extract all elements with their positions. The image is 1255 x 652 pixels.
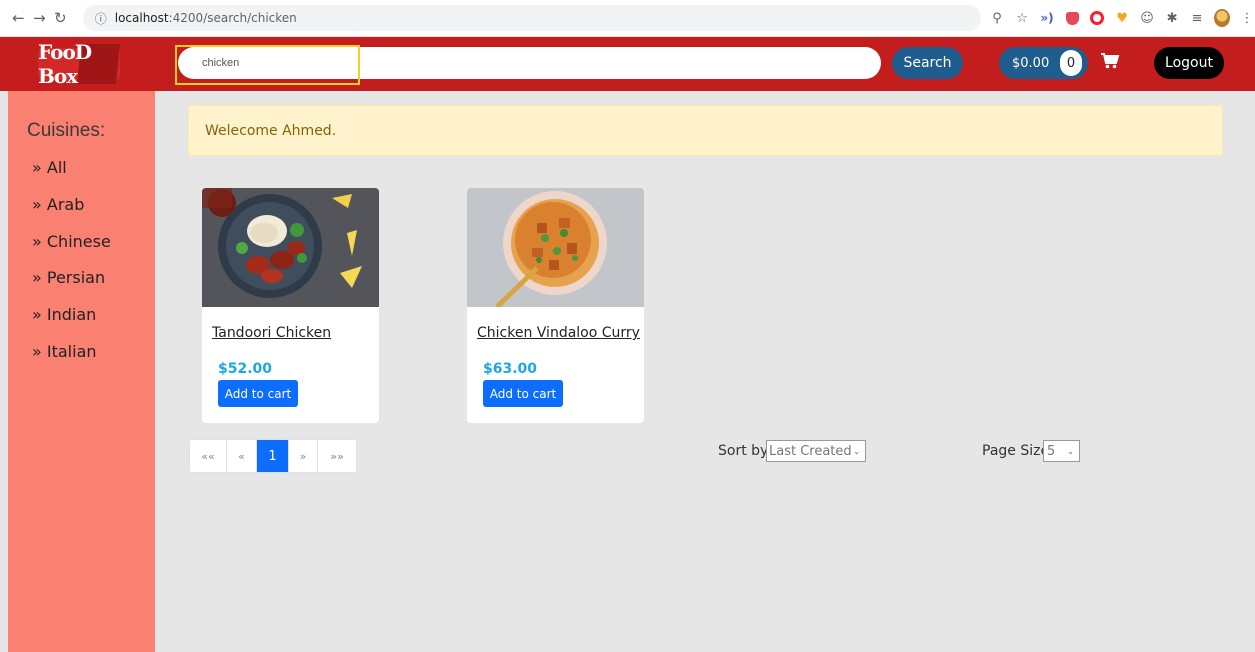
- page-number-button[interactable]: 1: [257, 440, 289, 472]
- welcome-text: Welecome Ahmed.: [205, 122, 337, 139]
- chevron-down-icon: ⌄: [853, 446, 860, 456]
- kebab-menu-icon[interactable]: ⋮: [1239, 10, 1255, 26]
- zoom-icon[interactable]: ⚲: [989, 10, 1005, 26]
- pagination: «« « 1 » »»: [189, 439, 357, 473]
- search-container: [178, 47, 881, 79]
- arrow-left-icon[interactable]: ←: [8, 7, 29, 29]
- extension-face-icon[interactable]: ☺: [1139, 10, 1155, 26]
- product-price: $63.00: [483, 361, 538, 377]
- sort-label: Sort by: [718, 443, 769, 459]
- extension-heart-icon[interactable]: ♥: [1114, 10, 1130, 26]
- page-first-button[interactable]: ««: [190, 440, 227, 472]
- page-size-select[interactable]: 5 ⌄: [1043, 440, 1080, 462]
- cuisines-sidebar: [8, 91, 155, 652]
- product-name[interactable]: Chicken Vindaloo Curry: [477, 325, 640, 341]
- cart-total: $0.00: [1012, 55, 1050, 71]
- extension-shield-icon[interactable]: [1064, 10, 1080, 26]
- logout-button[interactable]: Logout: [1154, 47, 1224, 79]
- puzzle-icon[interactable]: ✱: [1164, 10, 1180, 26]
- app-header: FooD Box Search $0.00 0 Logout: [0, 37, 1255, 91]
- extension-icons: ⚲ ☆ ») ♥ ☺ ✱ ≡ ⋮: [989, 9, 1255, 27]
- cuisines-title: Cuisines:: [27, 120, 106, 141]
- add-to-cart-button[interactable]: Add to cart: [483, 380, 563, 407]
- star-icon[interactable]: ☆: [1014, 10, 1030, 26]
- browser-toolbar: ← → ↻ ⓘ localhost:4200/search/chicken ⚲ …: [0, 0, 1255, 37]
- search-button[interactable]: Search: [892, 47, 963, 79]
- cart-button[interactable]: $0.00 0: [999, 47, 1088, 79]
- arrow-right-icon[interactable]: →: [29, 7, 50, 29]
- sidebar-item-arab[interactable]: » Arab: [32, 195, 84, 214]
- sidebar-item-persian[interactable]: » Persian: [32, 268, 105, 287]
- url-path: :4200/search/chicken: [168, 11, 297, 25]
- add-to-cart-button[interactable]: Add to cart: [218, 380, 298, 407]
- search-input[interactable]: [178, 47, 881, 79]
- logo-text: FooD Box: [38, 40, 92, 88]
- sidebar-item-italian[interactable]: » Italian: [32, 342, 97, 361]
- page-size-label: Page Size: [982, 443, 1050, 459]
- food-box-logo[interactable]: FooD Box: [38, 40, 121, 88]
- shopping-cart-icon[interactable]: [1100, 52, 1120, 72]
- sidebar-item-chinese[interactable]: » Chinese: [32, 232, 111, 251]
- sort-selected-value: Last Created: [769, 443, 852, 459]
- chevron-down-icon: ⌄: [1067, 446, 1074, 456]
- welcome-alert: Welecome Ahmed.: [188, 105, 1223, 156]
- reading-list-icon[interactable]: ≡: [1189, 10, 1205, 26]
- cart-count-badge: 0: [1060, 50, 1082, 76]
- page-last-button[interactable]: »»: [318, 440, 356, 472]
- product-card: Chicken Vindaloo Curry $63.00 Add to car…: [467, 188, 644, 423]
- extension-sound-icon[interactable]: »): [1039, 10, 1055, 26]
- product-price: $52.00: [218, 361, 273, 377]
- product-name[interactable]: Tandoori Chicken: [212, 325, 331, 341]
- product-card: Tandoori Chicken $52.00 Add to cart: [202, 188, 379, 423]
- page-next-button[interactable]: »: [289, 440, 318, 472]
- page-prev-button[interactable]: «: [227, 440, 257, 472]
- sidebar-item-all[interactable]: » All: [32, 158, 67, 177]
- product-image[interactable]: [202, 188, 379, 307]
- sidebar-item-indian[interactable]: » Indian: [32, 305, 96, 324]
- info-icon[interactable]: ⓘ: [95, 10, 107, 27]
- address-bar[interactable]: ⓘ localhost:4200/search/chicken: [82, 5, 982, 31]
- opera-icon[interactable]: [1089, 10, 1105, 26]
- sort-select[interactable]: Last Created ⌄: [766, 440, 866, 462]
- url-host: localhost: [114, 11, 169, 25]
- reload-icon[interactable]: ↻: [50, 7, 71, 29]
- product-image[interactable]: [467, 188, 644, 307]
- profile-avatar[interactable]: [1214, 9, 1231, 27]
- page-size-selected-value: 5: [1047, 443, 1056, 459]
